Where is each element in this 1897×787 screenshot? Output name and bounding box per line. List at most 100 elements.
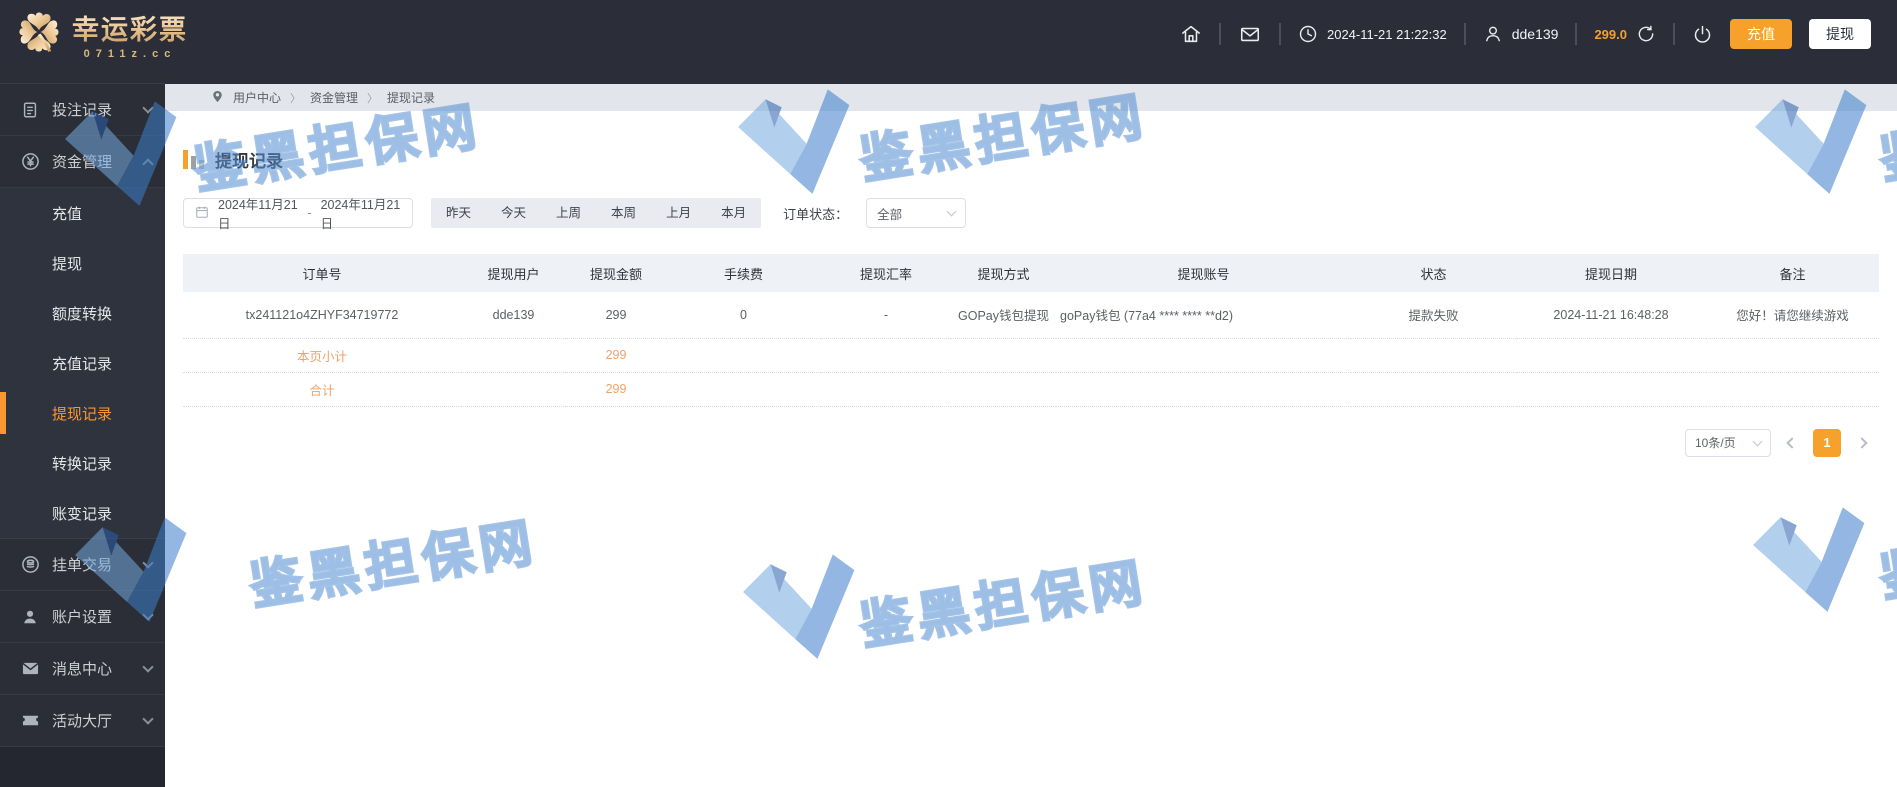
bet-records-icon (19, 101, 41, 119)
order-status-value: 全部 (877, 207, 903, 222)
header-divider (1463, 23, 1466, 45)
sidebar-item-label: 投注记录 (52, 102, 113, 119)
subtotal-amount: 299 (566, 338, 666, 373)
sidebar-item-account-settings[interactable]: 账户设置 (0, 591, 165, 643)
breadcrumb-user-center[interactable]: 用户中心 (233, 89, 281, 106)
filter-row: 2024年11月21日 - 2024年11月21日 昨天 今天 上周 本周 上月… (183, 198, 1879, 231)
order-status-select[interactable]: 全部 (866, 198, 967, 228)
col-remark: 备注 (1706, 254, 1879, 292)
sidebar-item-message-center[interactable]: 消息中心 (0, 643, 165, 695)
col-fee: 手续费 (666, 254, 821, 292)
sidebar-item-pending-trade[interactable]: 挂单交易 (0, 539, 165, 591)
header-shadow-strip (165, 68, 1897, 84)
home-icon[interactable] (1180, 23, 1202, 45)
col-withdraw-amount: 提现金额 (566, 254, 666, 292)
table-row: tx241121o4ZHYF34719772 dde139 299 0 - GO… (183, 292, 1879, 339)
refresh-icon[interactable] (1636, 24, 1656, 44)
username-text: dde139 (1511, 26, 1559, 42)
sidebar-item-label: 消息中心 (52, 661, 113, 678)
site-domain: 0711z.cc (83, 48, 177, 60)
server-time-text: 2024-11-21 21:22:32 (1326, 26, 1447, 42)
mail-icon[interactable] (1238, 23, 1262, 45)
server-time: 2024-11-21 21:22:32 (1298, 24, 1447, 44)
col-status: 状态 (1351, 254, 1516, 292)
sidebar-item-label: 资金管理 (52, 154, 113, 171)
bar-chart-icon (183, 150, 204, 169)
submenu-item-withdraw[interactable]: 提现 (0, 238, 165, 288)
date-separator: - (307, 206, 312, 220)
header-divider (1575, 23, 1578, 45)
chevron-down-icon (142, 712, 154, 725)
cell-withdraw-user: dde139 (461, 292, 566, 339)
submenu-item-transfer-records[interactable]: 转换记录 (0, 438, 165, 488)
withdraw-button[interactable]: 提现 (1809, 19, 1871, 49)
quick-filter-this-week[interactable]: 本周 (596, 198, 651, 228)
chevron-down-icon (142, 556, 154, 569)
breadcrumb-separator: 〉 (367, 92, 379, 105)
sidebar-item-activity-hall[interactable]: ¥ 活动大厅 (0, 695, 165, 747)
site-logo[interactable]: 幸运彩票 0711z.cc (16, 8, 188, 60)
breadcrumb: 用户中心 〉 资金管理 〉 提现记录 (165, 84, 1897, 111)
total-label: 合计 (183, 372, 461, 407)
clover-logo-icon (16, 9, 62, 60)
pending-trade-icon (19, 555, 41, 574)
date-range-picker[interactable]: 2024年11月21日 - 2024年11月21日 (183, 198, 413, 231)
date-end-value: 2024年11月21日 (320, 198, 401, 231)
quick-filter-today[interactable]: 今天 (486, 198, 541, 228)
balance-widget: 299.0 (1594, 24, 1656, 44)
header-divider (1673, 23, 1675, 45)
order-status-label: 订单状态： (783, 206, 849, 222)
col-withdraw-account: 提现账号 (1056, 254, 1351, 292)
prev-page-button[interactable] (1781, 429, 1803, 457)
page-size-select[interactable]: 10条/页 (1685, 428, 1771, 457)
pagination: 10条/页 1 (183, 428, 1879, 457)
quick-filter-yesterday[interactable]: 昨天 (431, 198, 486, 228)
power-icon[interactable] (1692, 24, 1713, 45)
col-withdraw-method: 提现方式 (951, 254, 1056, 292)
calendar-icon (195, 205, 209, 222)
sidebar-spacer (0, 68, 165, 84)
chevron-down-icon (1752, 436, 1763, 446)
table-header-row: 订单号 提现用户 提现金额 手续费 提现汇率 提现方式 提现账号 状态 提现日期… (183, 254, 1879, 292)
funds-icon (19, 152, 41, 171)
activity-hall-icon: ¥ (19, 712, 41, 729)
chevron-up-icon (142, 158, 154, 170)
app-shell: 投注记录 资金管理 充值 提现 额度转换 充值记录 提现记录 转换记录 账变记录 (0, 68, 1897, 787)
col-order-no: 订单号 (183, 254, 461, 292)
cell-withdraw-amount: 299 (566, 292, 666, 339)
cell-withdraw-account: goPay钱包 (77a4 **** **** **d2) (1056, 292, 1351, 339)
chevron-down-icon (946, 206, 957, 217)
total-amount: 299 (566, 372, 666, 407)
next-page-button[interactable] (1851, 429, 1873, 457)
breadcrumb-funds-management[interactable]: 资金管理 (310, 89, 358, 106)
app-header: 幸运彩票 0711z.cc 2024-11-21 21:22:32 dde139… (0, 0, 1897, 68)
quick-filter-last-month[interactable]: 上月 (651, 198, 706, 228)
chevron-down-icon (142, 101, 154, 114)
sidebar-item-label: 账户设置 (52, 609, 113, 626)
submenu-item-recharge-records[interactable]: 充值记录 (0, 338, 165, 388)
quick-filter-this-month[interactable]: 本月 (706, 198, 761, 228)
submenu-item-recharge[interactable]: 充值 (0, 188, 165, 238)
recharge-button[interactable]: 充值 (1730, 19, 1792, 49)
submenu-item-quota-transfer[interactable]: 额度转换 (0, 288, 165, 338)
user-menu[interactable]: dde139 (1483, 24, 1559, 44)
sidebar-item-bet-records[interactable]: 投注记录 (0, 84, 165, 136)
app-root: 幸运彩票 0711z.cc 2024-11-21 21:22:32 dde139… (0, 0, 1897, 787)
sidebar-item-funds-management[interactable]: 资金管理 (0, 136, 165, 188)
cell-exchange-rate: - (821, 292, 951, 339)
subtotal-label: 本页小计 (183, 338, 461, 373)
current-page-button[interactable]: 1 (1813, 428, 1841, 457)
cell-remark: 您好！请您继续游戏 (1706, 292, 1879, 339)
site-title: 幸运彩票 (72, 8, 188, 47)
chevron-left-icon (1786, 436, 1798, 449)
submenu-item-account-change-records[interactable]: 账变记录 (0, 488, 165, 538)
balance-amount: 299.0 (1594, 26, 1627, 42)
quick-filter-last-week[interactable]: 上周 (541, 198, 596, 228)
quick-date-filters: 昨天 今天 上周 本周 上月 本月 (431, 198, 762, 228)
user-icon (1483, 24, 1503, 44)
chevron-down-icon (142, 660, 154, 673)
breadcrumb-withdraw-records[interactable]: 提现记录 (387, 89, 435, 106)
submenu-item-withdraw-records[interactable]: 提现记录 (0, 388, 165, 438)
sidebar-item-label: 挂单交易 (52, 557, 113, 574)
sidebar-item-label: 活动大厅 (52, 713, 113, 730)
